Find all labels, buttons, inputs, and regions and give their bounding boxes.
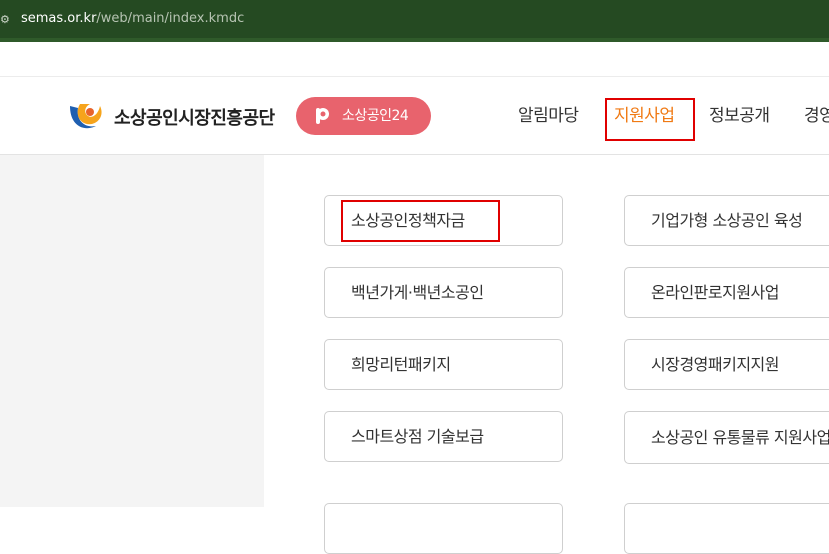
left-panel <box>0 155 264 507</box>
utility-strip <box>0 42 829 77</box>
menu-item-label: 기업가형 소상공인 육성 <box>651 211 803 230</box>
sbiz24-logo-icon <box>316 108 329 124</box>
url-text[interactable]: semas.or.kr/web/main/index.kmdc <box>21 10 244 28</box>
menu-item-label: 백년가게·백년소공인 <box>351 283 484 302</box>
url-path: /web/main/index.kmdc <box>96 11 245 26</box>
menu-item-label: 소상공인 유통물류 지원사업 <box>651 428 829 447</box>
nav-info-disclosure[interactable]: 정보공개 <box>709 105 770 127</box>
nav-notice[interactable]: 알림마당 <box>518 105 579 127</box>
menu-item-label: 희망리턴패키지 <box>351 355 451 374</box>
site-header: 소상공인시장진흥공단 소상공인24 알림마당 지원사업 정보공개 경영 <box>0 77 829 155</box>
sbiz24-button[interactable]: 소상공인24 <box>296 97 431 135</box>
browser-address-bar: ⚙ semas.or.kr/web/main/index.kmdc <box>0 0 829 42</box>
menu-item-label: 온라인판로지원사업 <box>651 283 779 302</box>
menu-item-next-right[interactable] <box>624 503 829 554</box>
menu-item-online-sales[interactable]: 온라인판로지원사업 <box>624 267 829 318</box>
menu-item-century-store[interactable]: 백년가게·백년소공인 <box>324 267 563 318</box>
menu-item-logistics[interactable]: 소상공인 유통물류 지원사업 <box>624 411 829 464</box>
site-settings-icon[interactable]: ⚙ <box>0 13 10 27</box>
semas-logo-icon[interactable] <box>66 100 106 132</box>
menu-item-label: 시장경영패키지지원 <box>651 355 779 374</box>
menu-highlight-box <box>341 200 500 242</box>
menu-item-next-left[interactable] <box>324 503 563 554</box>
site-logo-text[interactable]: 소상공인시장진흥공단 <box>114 104 275 130</box>
menu-item-label: 스마트상점 기술보급 <box>351 427 484 446</box>
nav-highlight-box <box>605 98 695 141</box>
nav-management[interactable]: 경영 <box>804 105 829 127</box>
menu-item-hope-return[interactable]: 희망리턴패키지 <box>324 339 563 390</box>
menu-item-market-package[interactable]: 시장경영패키지지원 <box>624 339 829 390</box>
sbiz24-label: 소상공인24 <box>342 108 409 124</box>
menu-item-smart-store[interactable]: 스마트상점 기술보급 <box>324 411 563 462</box>
url-host: semas.or.kr <box>21 11 97 26</box>
menu-item-entrepreneur[interactable]: 기업가형 소상공인 육성 <box>624 195 829 246</box>
